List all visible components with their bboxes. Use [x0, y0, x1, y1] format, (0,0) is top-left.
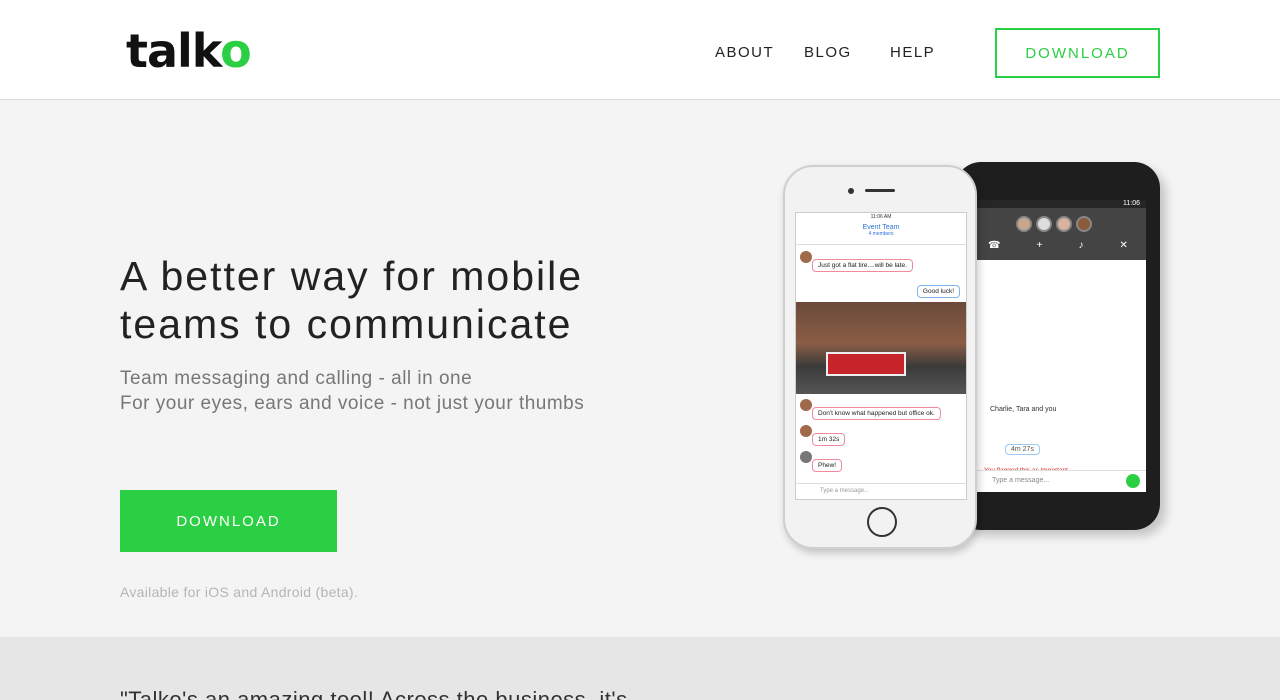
- fire-truck-image: [826, 352, 906, 376]
- mute-icon: ✕: [1119, 240, 1128, 251]
- iphone-message-input: Type a message...: [796, 483, 966, 499]
- header-download-button[interactable]: DOWNLOAD: [995, 28, 1160, 78]
- talko-logo[interactable]: talko: [126, 24, 252, 78]
- nav-blog[interactable]: BLOG: [804, 44, 852, 61]
- mic-icon: [1126, 474, 1140, 488]
- nav-help[interactable]: HELP: [890, 44, 935, 61]
- speaker-icon: ♪: [1078, 240, 1084, 251]
- phone-icon: ☎: [988, 240, 1001, 251]
- android-call-controls: ☎ + ♪ ✕: [970, 240, 1146, 251]
- hero-subtitle: Team messaging and calling - all in one …: [120, 366, 720, 416]
- iphone-nav-bar: Event Team 4 members: [796, 221, 966, 245]
- avatar: [1056, 216, 1072, 232]
- chat-subtitle: 4 members: [868, 231, 894, 237]
- testimonial-section: "Talko's an amazing tool! Across the bus…: [0, 637, 1280, 700]
- iphone-screen: 11:06 AM Event Team 4 members Just got a…: [795, 212, 967, 500]
- hero-headline: A better way for mobile teams to communi…: [120, 253, 584, 347]
- avatar: [1076, 216, 1092, 232]
- android-duration: 4m 27s: [1005, 444, 1040, 455]
- logo-accent: o: [220, 24, 252, 78]
- avatar: [1036, 216, 1052, 232]
- shared-photo: [796, 302, 966, 394]
- logo-text: talk: [126, 24, 221, 78]
- speaker-grille: [865, 189, 895, 192]
- avatar: [800, 251, 812, 263]
- voice-message: 1m 32s: [812, 433, 846, 446]
- android-screen: 11:06 ☎ + ♪ ✕ Charlie, Tara and you 4m 2…: [970, 200, 1146, 492]
- message-bubble: Good luck!: [916, 285, 960, 298]
- home-button: [867, 507, 897, 537]
- hero-subline-2: For your eyes, ears and voice - not just…: [120, 393, 585, 414]
- nav-about[interactable]: ABOUT: [715, 44, 774, 61]
- add-person-icon: +: [1036, 240, 1043, 251]
- site-header: talko ABOUT BLOG HELP DOWNLOAD: [0, 0, 1280, 100]
- camera-icon: [848, 188, 854, 194]
- avatar: [800, 399, 812, 411]
- chat-title: Event Team: [862, 224, 900, 231]
- android-message-input: Type a message...: [970, 470, 1146, 492]
- iphone-mockup: 11:06 AM Event Team 4 members Just got a…: [783, 165, 977, 549]
- android-phone-mockup: 11:06 ☎ + ♪ ✕ Charlie, Tara and you 4m 2…: [955, 162, 1160, 530]
- android-status-bar: 11:06: [970, 200, 1146, 208]
- avatar: [800, 425, 812, 437]
- android-participants: Charlie, Tara and you: [990, 406, 1057, 413]
- hero-subline-1: Team messaging and calling - all in one: [120, 368, 473, 389]
- iphone-status-bar: 11:06 AM: [870, 214, 892, 220]
- message-bubble: Don't know what happened but office ok.: [812, 407, 941, 420]
- message-bubble: Just got a flat tire....will be late.: [812, 259, 913, 272]
- testimonial-quote: "Talko's an amazing tool! Across the bus…: [120, 687, 628, 700]
- android-call-header: ☎ + ♪ ✕: [970, 208, 1146, 260]
- hero-download-button[interactable]: DOWNLOAD: [120, 490, 337, 552]
- availability-note: Available for iOS and Android (beta).: [120, 584, 359, 600]
- avatar: [1016, 216, 1032, 232]
- message-bubble: Phew!: [812, 459, 843, 472]
- avatar: [800, 451, 812, 463]
